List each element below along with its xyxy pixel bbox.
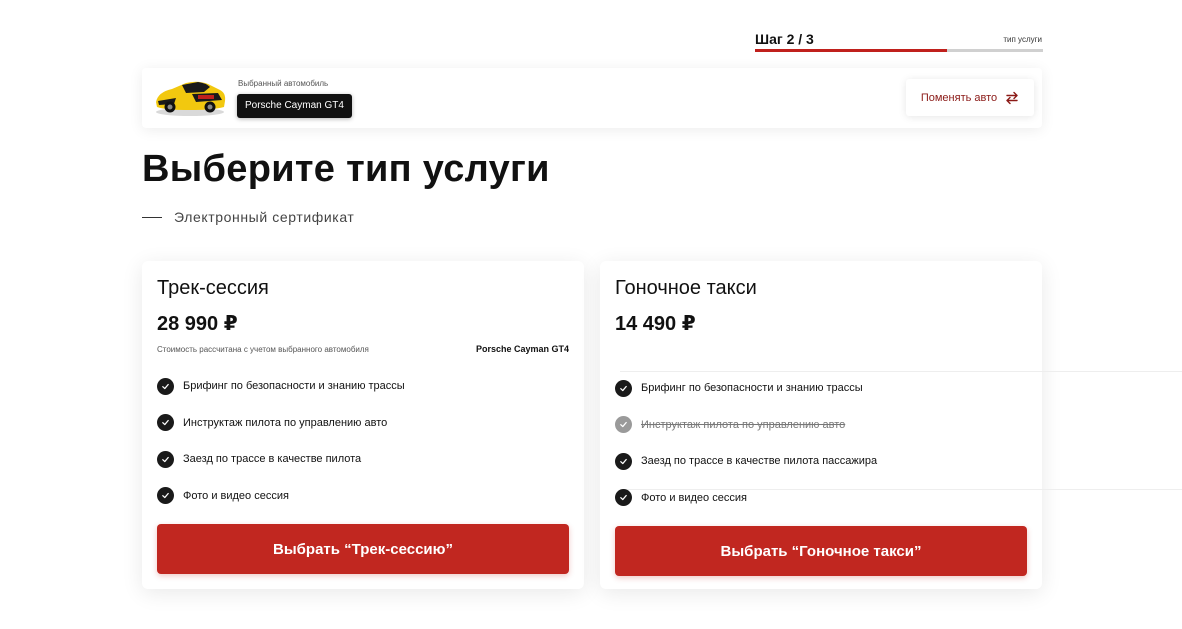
change-car-button[interactable]: Поменять авто (906, 79, 1034, 116)
feature-text: Брифинг по безопасности и знанию трассы (641, 382, 863, 394)
feature-item: Инструктаж пилота по управлению авто (615, 416, 877, 434)
select-track-session-button[interactable]: Выбрать “Трек-сессию” (157, 524, 569, 574)
feature-text: Инструктаж пилота по управлению авто (183, 416, 388, 429)
feature-item: Фото и видео сессия (615, 489, 877, 507)
subtitle-dash (142, 216, 162, 218)
feature-item: Заезд по трассе в качестве пилота (157, 450, 405, 468)
service-card-track-session: Трек-сессия 28 990 ₽ Стоимость рассчитан… (142, 261, 584, 589)
feature-item: Брифинг по безопасности и знанию трассы (615, 379, 877, 397)
selected-car-bar: Выбранный автомобиль Porsche Cayman GT4 … (142, 68, 1042, 128)
card-price: 28 990 ₽ (157, 313, 238, 335)
check-icon (615, 379, 632, 397)
swap-arrows-icon (1006, 91, 1018, 104)
feature-text: Фото и видео сессия (641, 491, 747, 504)
feature-item: Инструктаж пилота по управлению авто (157, 414, 405, 432)
feature-item: Заезд по трассе в качестве пилота пассаж… (615, 452, 877, 470)
card-price: 14 490 ₽ (615, 313, 696, 335)
page-title: Выберите тип услуги (142, 148, 550, 190)
feature-item: Брифинг по безопасности и знанию трассы (157, 377, 405, 395)
price-note: Стоимость рассчитана с учетом выбранного… (157, 345, 369, 354)
check-icon (615, 489, 632, 506)
card-title: Трек-сессия (157, 277, 269, 299)
check-icon (615, 452, 632, 470)
feature-text: Заезд по трассе в качестве пилота (183, 453, 362, 465)
page-subtitle: Электронный сертификат (174, 209, 355, 225)
selected-car-name: Porsche Cayman GT4 (237, 94, 352, 118)
price-note-car: Porsche Cayman GT4 (475, 344, 569, 354)
feature-item: Фото и видео сессия (157, 487, 405, 505)
selected-car-caption: Выбранный автомобиль (238, 79, 329, 88)
select-race-taxi-button[interactable]: Выбрать “Гоночное такси” (615, 526, 1027, 576)
service-card-race-taxi: Гоночное такси 14 490 ₽ Брифинг по безоп… (600, 261, 1182, 589)
feature-list: Брифинг по безопасности и знанию трассы … (615, 379, 877, 525)
check-icon (157, 414, 174, 431)
feature-text: Инструктаж пилота по управлению авто (641, 418, 846, 431)
step-counter: Шаг 2 / 3 (755, 31, 814, 47)
step-progress-fill (755, 49, 948, 52)
change-car-label: Поменять авто (920, 91, 998, 104)
sports-car-icon (156, 81, 226, 116)
step-name: тип услуги (1003, 35, 1042, 44)
check-icon (157, 377, 174, 395)
feature-list: Брифинг по безопасности и знанию трассы … (157, 377, 405, 523)
feature-text: Заезд по трассе в качестве пилота пассаж… (641, 455, 878, 467)
service-type-page: Шаг 2 / 3 тип услуги Выбранный автомобил… (0, 0, 1182, 629)
feature-text: Брифинг по безопасности и знанию трассы (183, 380, 405, 392)
card-title: Гоночное такси (615, 277, 757, 299)
check-icon (615, 416, 632, 433)
step-progress-bar (755, 49, 1043, 52)
feature-text: Фото и видео сессия (183, 489, 289, 502)
check-icon (157, 450, 174, 468)
subtitle-row: Электронный сертификат (142, 209, 354, 225)
check-icon (157, 487, 174, 504)
